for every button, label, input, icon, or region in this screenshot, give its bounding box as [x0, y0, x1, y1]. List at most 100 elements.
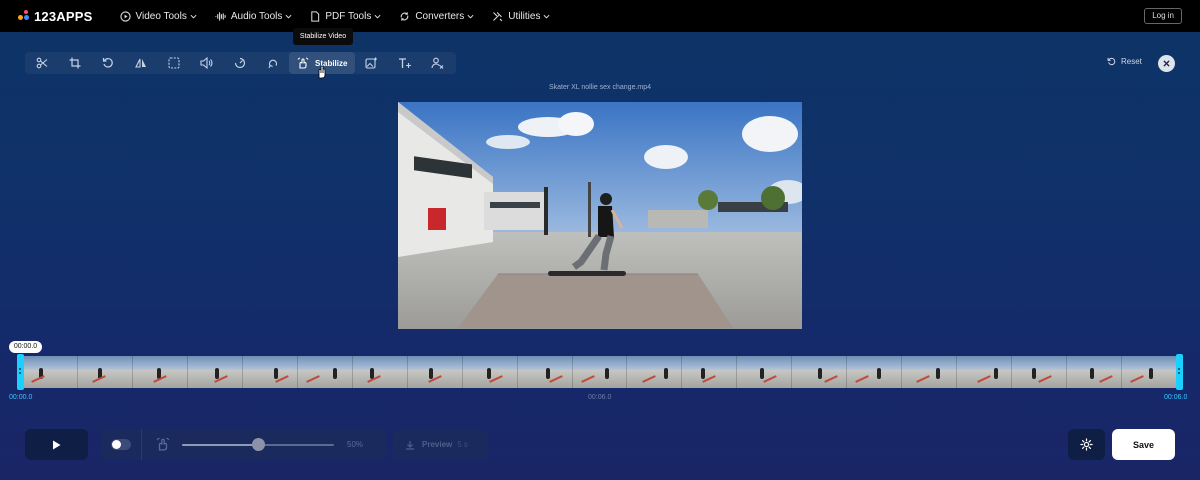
crop-icon [69, 57, 80, 69]
timeline-frame [737, 356, 793, 388]
nav-pdf-tools[interactable]: PDF Tools [310, 11, 381, 22]
timeline-start-time: 00:00.0 [9, 394, 33, 401]
tools-icon [493, 11, 503, 21]
divider [141, 429, 142, 460]
play-circle-icon [119, 10, 131, 22]
brand-logo[interactable]: 123APPS [18, 9, 93, 24]
timeline-frame [1012, 356, 1068, 388]
stabilize-tooltip: Stabilize Video [293, 28, 353, 45]
timeline-frame [77, 356, 133, 388]
timeline-frame [187, 356, 243, 388]
nav-converters[interactable]: Converters [399, 11, 474, 22]
stabilize-toggle[interactable] [111, 439, 131, 450]
timeline-frame [517, 356, 573, 388]
editor-toolbar: Stabilize [25, 52, 456, 74]
timeline-frame [957, 356, 1013, 388]
nav-utilities[interactable]: Utilities [492, 11, 550, 22]
play-icon [53, 440, 61, 449]
add-text-button[interactable] [388, 52, 421, 74]
chevron-down-icon [374, 14, 381, 19]
resize-icon [167, 57, 180, 69]
chevron-down-icon [190, 14, 197, 19]
timeline-frame [352, 356, 408, 388]
resize-button[interactable] [157, 52, 190, 74]
scissors-icon [36, 57, 47, 69]
rotate-button[interactable] [91, 52, 124, 74]
crop-button[interactable] [58, 52, 91, 74]
timeline-frame [407, 356, 463, 388]
timeline-frame [1122, 356, 1178, 388]
loop-button[interactable] [256, 52, 289, 74]
nav-converters-label: Converters [415, 10, 465, 22]
timeline-frames [23, 356, 1178, 388]
file-name: Skater XL nollie sex change.mp4 [548, 84, 652, 91]
nav-video-tools[interactable]: Video Tools [119, 10, 197, 22]
timeline-frame [627, 356, 683, 388]
settings-button[interactable] [1068, 429, 1105, 460]
video-frame-image [398, 102, 802, 329]
timeline-frame [572, 356, 628, 388]
download-icon [406, 440, 414, 450]
chevron-down-icon [467, 14, 474, 19]
close-button[interactable] [1158, 55, 1175, 72]
rotate-icon [102, 58, 113, 68]
trim-button[interactable] [25, 52, 58, 74]
preview-label: Preview [422, 440, 453, 449]
remove-logo-button[interactable] [421, 52, 454, 74]
timeline-frame [847, 356, 903, 388]
flip-icon [134, 58, 146, 68]
loop-icon [268, 59, 277, 69]
save-button[interactable]: Save [1112, 429, 1175, 460]
timeline-strip[interactable] [17, 354, 1183, 390]
remove-logo-icon [431, 57, 444, 69]
preview-duration: 5 s [457, 440, 468, 449]
nav-utilities-label: Utilities [508, 10, 541, 22]
flip-button[interactable] [124, 52, 157, 74]
gear-icon [1080, 438, 1093, 451]
timeline-frame [297, 356, 353, 388]
timeline-frame [242, 356, 298, 388]
volume-button[interactable] [190, 52, 223, 74]
timeline-frame [462, 356, 518, 388]
strength-percent: 50% [347, 440, 364, 449]
login-button[interactable]: Log in [1144, 8, 1182, 24]
add-text-icon [399, 58, 411, 68]
reset-icon [1107, 57, 1116, 66]
strength-slider-fill [182, 444, 258, 446]
timeline-frame [23, 356, 78, 388]
video-preview[interactable] [398, 102, 802, 329]
timeline-frame [792, 356, 848, 388]
stabilize-icon [156, 437, 170, 451]
convert-icon [401, 11, 409, 21]
add-image-button[interactable] [355, 52, 388, 74]
brand-name: 123APPS [34, 8, 93, 24]
nav-video-tools-label: Video Tools [135, 10, 187, 22]
trim-handle-left[interactable] [17, 354, 24, 390]
hand-cursor-icon [318, 65, 326, 79]
stabilize-icon [297, 57, 309, 69]
trim-handle-right[interactable] [1176, 354, 1183, 390]
document-icon [311, 10, 320, 22]
reset-label: Reset [1121, 57, 1142, 66]
close-icon [1163, 60, 1170, 67]
preview-button[interactable]: Preview 5 s [393, 429, 488, 460]
reset-button[interactable]: Reset [1107, 57, 1142, 66]
speed-icon [234, 57, 245, 69]
nav-audio-tools[interactable]: Audio Tools [215, 11, 293, 22]
stabilize-controls: 50% [101, 429, 386, 460]
strength-slider-knob[interactable] [251, 438, 265, 451]
play-button[interactable] [25, 429, 88, 460]
timeline-end-time: 00:06.0 [1164, 394, 1188, 401]
volume-icon [200, 57, 213, 69]
chevron-down-icon [543, 14, 550, 19]
logo-mark-icon [18, 10, 30, 22]
timeline-frame [682, 356, 738, 388]
add-image-icon [365, 57, 377, 69]
chevron-down-icon [285, 14, 292, 19]
timeline-frame [1067, 356, 1123, 388]
playhead-time: 00:00.0 [9, 341, 42, 353]
timeline-frame [132, 356, 188, 388]
top-nav: 123APPS Video Tools Audio Tools PDF Tool… [0, 0, 1200, 32]
timeline-duration: 00:06.0 [588, 394, 612, 401]
speed-button[interactable] [223, 52, 256, 74]
